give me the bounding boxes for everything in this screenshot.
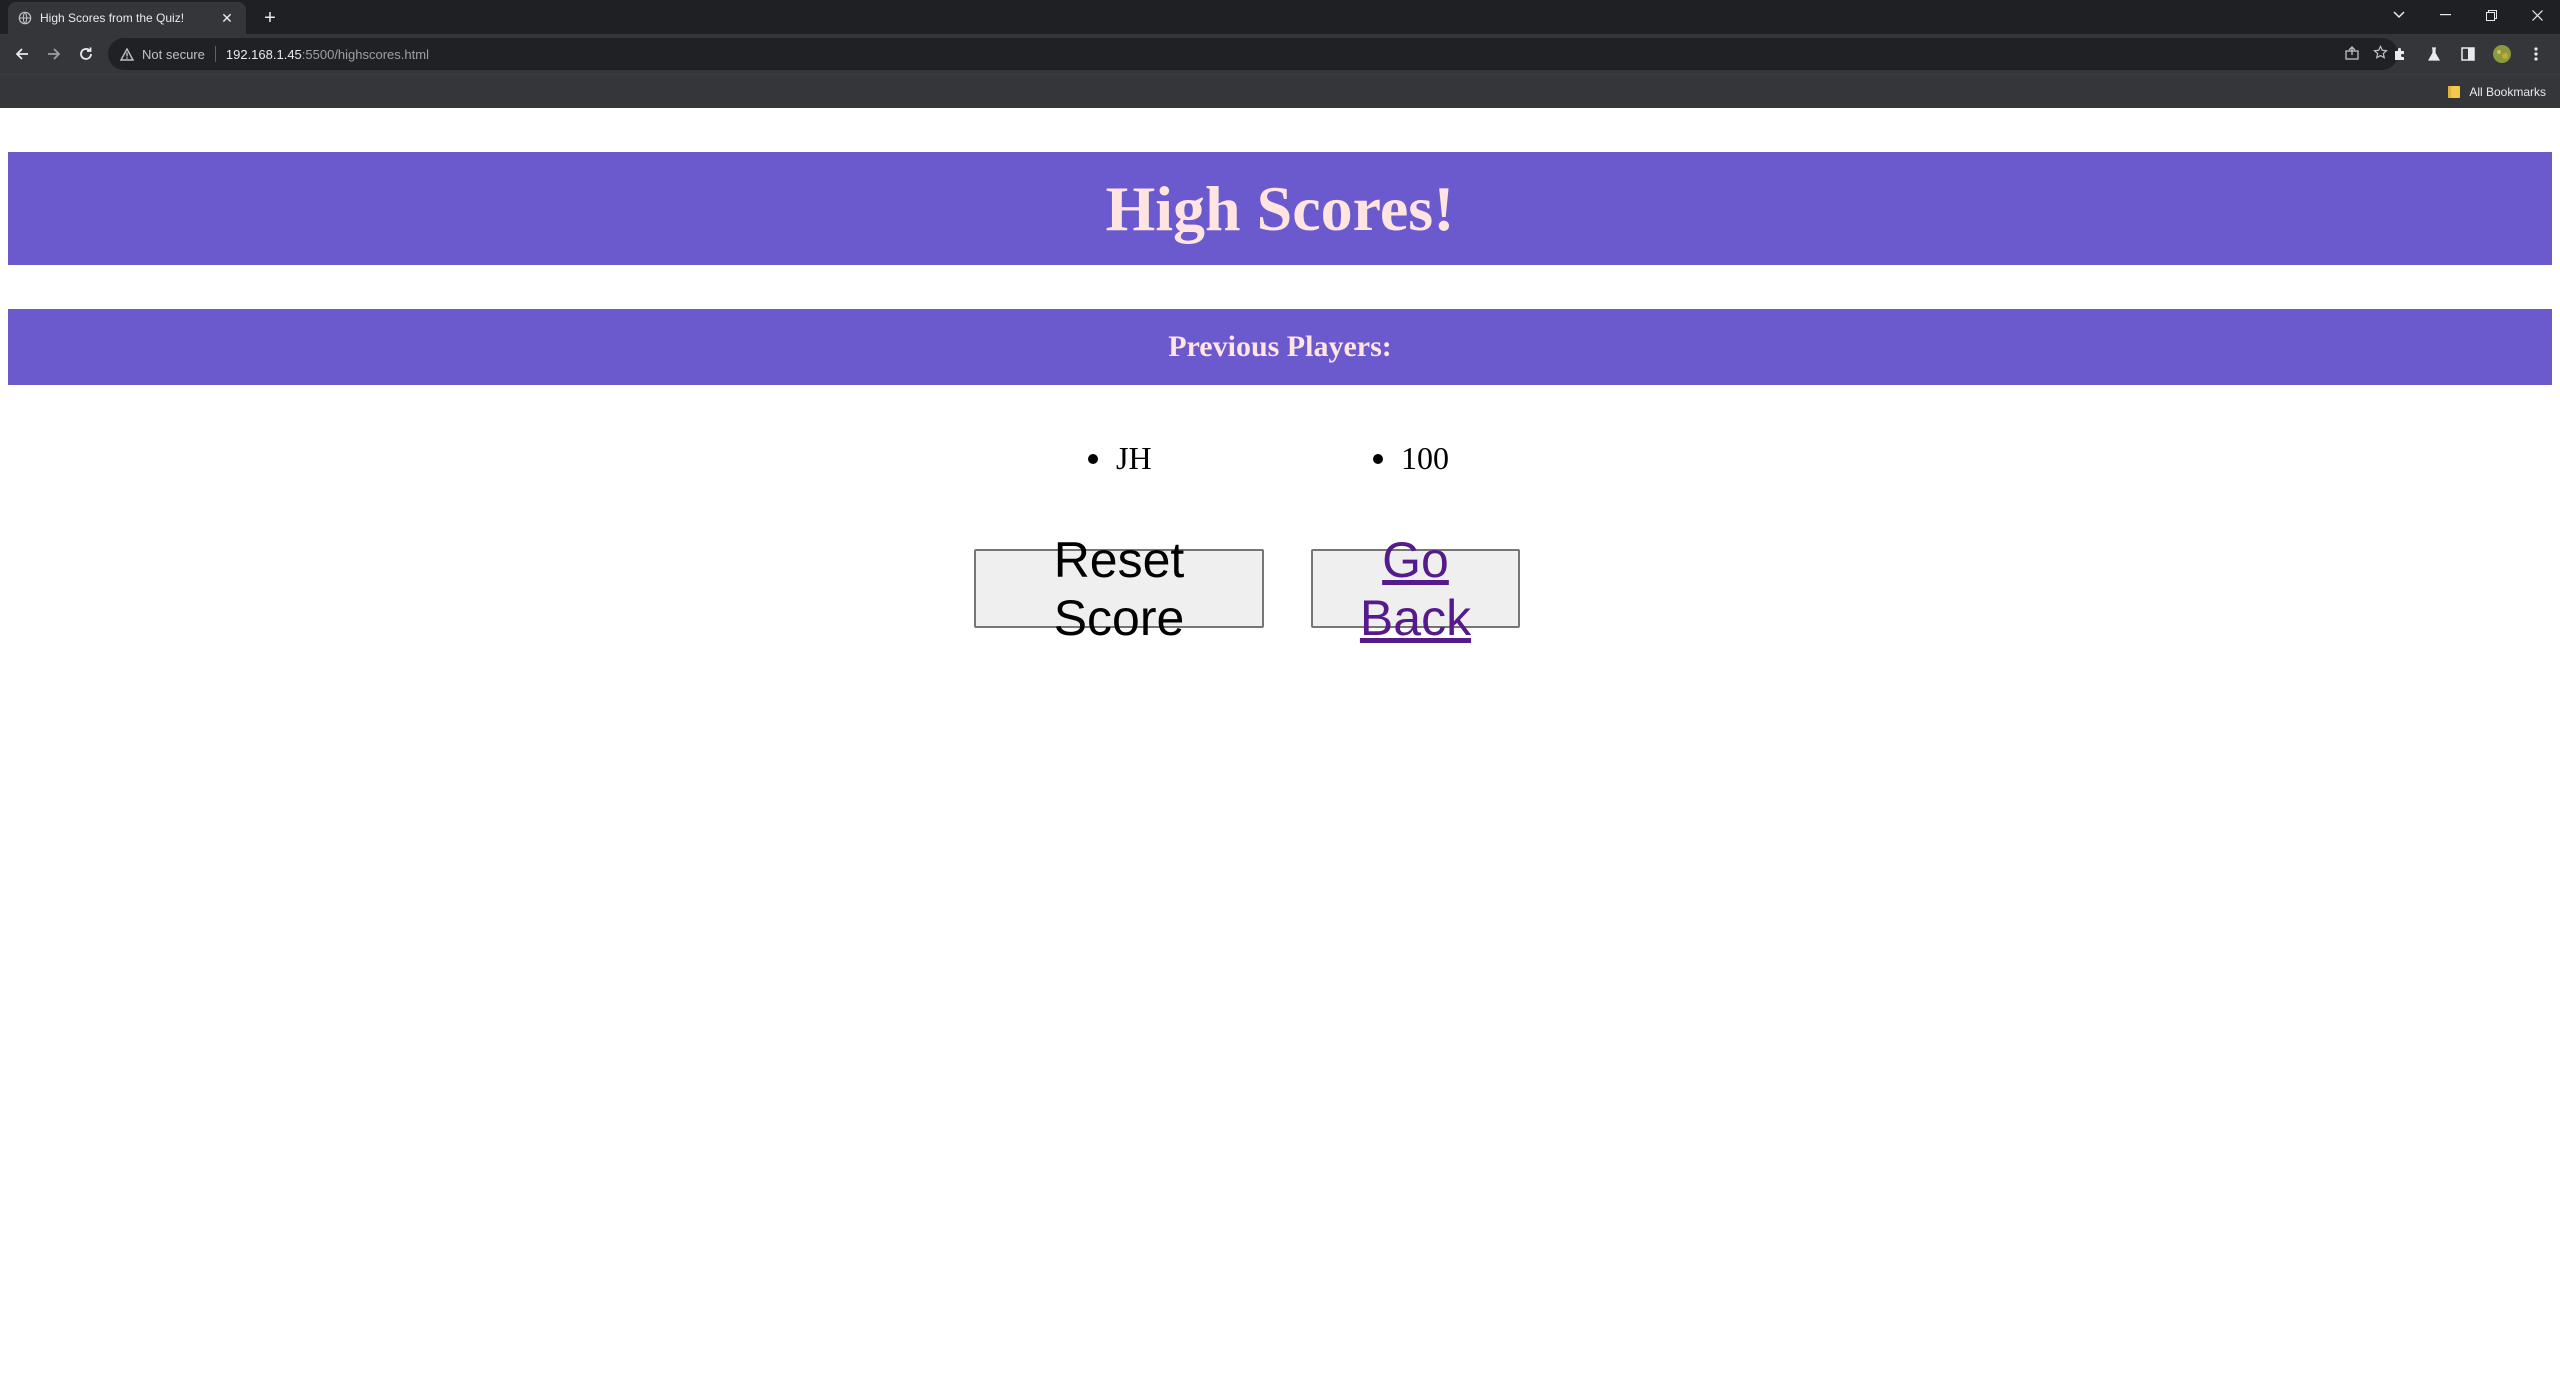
minimize-icon[interactable] bbox=[2422, 0, 2468, 30]
url-host: 192.168.1.45 bbox=[225, 46, 302, 62]
previous-players-title: Previous Players: bbox=[1168, 330, 1392, 363]
url-path: :5500/highscores.html bbox=[301, 46, 429, 62]
tab-title: High Scores from the Quiz! bbox=[40, 11, 185, 25]
security-label[interactable]: Not secure bbox=[142, 47, 205, 62]
address-bar[interactable]: Not secure 192.168.1.45 :5500/highscores… bbox=[108, 38, 2398, 70]
browser-toolbar: Not secure 192.168.1.45 :5500/highscores… bbox=[0, 34, 2560, 74]
bookmarks-bar: All Bookmarks bbox=[0, 74, 2560, 108]
player-score: 100 bbox=[1373, 438, 1449, 478]
all-bookmarks-button[interactable]: All Bookmarks bbox=[2447, 81, 2546, 103]
close-tab-icon[interactable]: ✕ bbox=[218, 9, 236, 27]
new-tab-icon[interactable]: + bbox=[258, 6, 282, 30]
previous-players-header: Previous Players: bbox=[8, 309, 2552, 385]
score-list: JH 100 bbox=[0, 438, 2560, 478]
reload-icon[interactable] bbox=[72, 40, 100, 68]
tab-strip: High Scores from the Quiz! ✕ + bbox=[0, 0, 2560, 34]
extensions-puzzle-icon[interactable] bbox=[2386, 40, 2414, 68]
globe-icon bbox=[18, 11, 32, 25]
go-back-link[interactable]: Go Back bbox=[1325, 531, 1506, 647]
warning-icon[interactable] bbox=[120, 47, 134, 61]
player-initials: JH bbox=[1088, 438, 1152, 478]
page-title: High Scores! bbox=[1105, 172, 1455, 244]
window-controls bbox=[2376, 0, 2560, 30]
side-panel-icon[interactable] bbox=[2454, 40, 2482, 68]
go-back-button[interactable]: Go Back bbox=[1311, 532, 1520, 646]
scores-list: 100 bbox=[1373, 438, 1449, 478]
initials-list: JH bbox=[1088, 438, 1152, 478]
page-header: High Scores! bbox=[8, 152, 2552, 265]
restore-icon[interactable] bbox=[2468, 0, 2514, 30]
share-icon[interactable] bbox=[2345, 45, 2359, 63]
divider bbox=[214, 46, 216, 62]
forward-arrow-icon[interactable] bbox=[40, 40, 68, 68]
browser-tab-active[interactable]: High Scores from the Quiz! ✕ bbox=[8, 2, 246, 34]
reset-score-button[interactable]: Reset Score bbox=[974, 532, 1264, 646]
page-viewport: High Scores! Previous Players: JH 100 Re… bbox=[0, 108, 2560, 1390]
address-bar-actions bbox=[2345, 38, 2388, 70]
back-arrow-icon[interactable] bbox=[8, 40, 36, 68]
folder-icon bbox=[2448, 86, 2461, 98]
profile-avatar-icon[interactable] bbox=[2488, 40, 2516, 68]
extensions-area bbox=[2386, 40, 2550, 68]
menu-kebab-icon[interactable] bbox=[2522, 40, 2550, 68]
close-window-icon[interactable] bbox=[2514, 0, 2560, 30]
flask-icon[interactable] bbox=[2420, 40, 2448, 68]
all-bookmarks-label: All Bookmarks bbox=[2469, 85, 2546, 99]
tab-search-icon[interactable] bbox=[2376, 0, 2422, 30]
